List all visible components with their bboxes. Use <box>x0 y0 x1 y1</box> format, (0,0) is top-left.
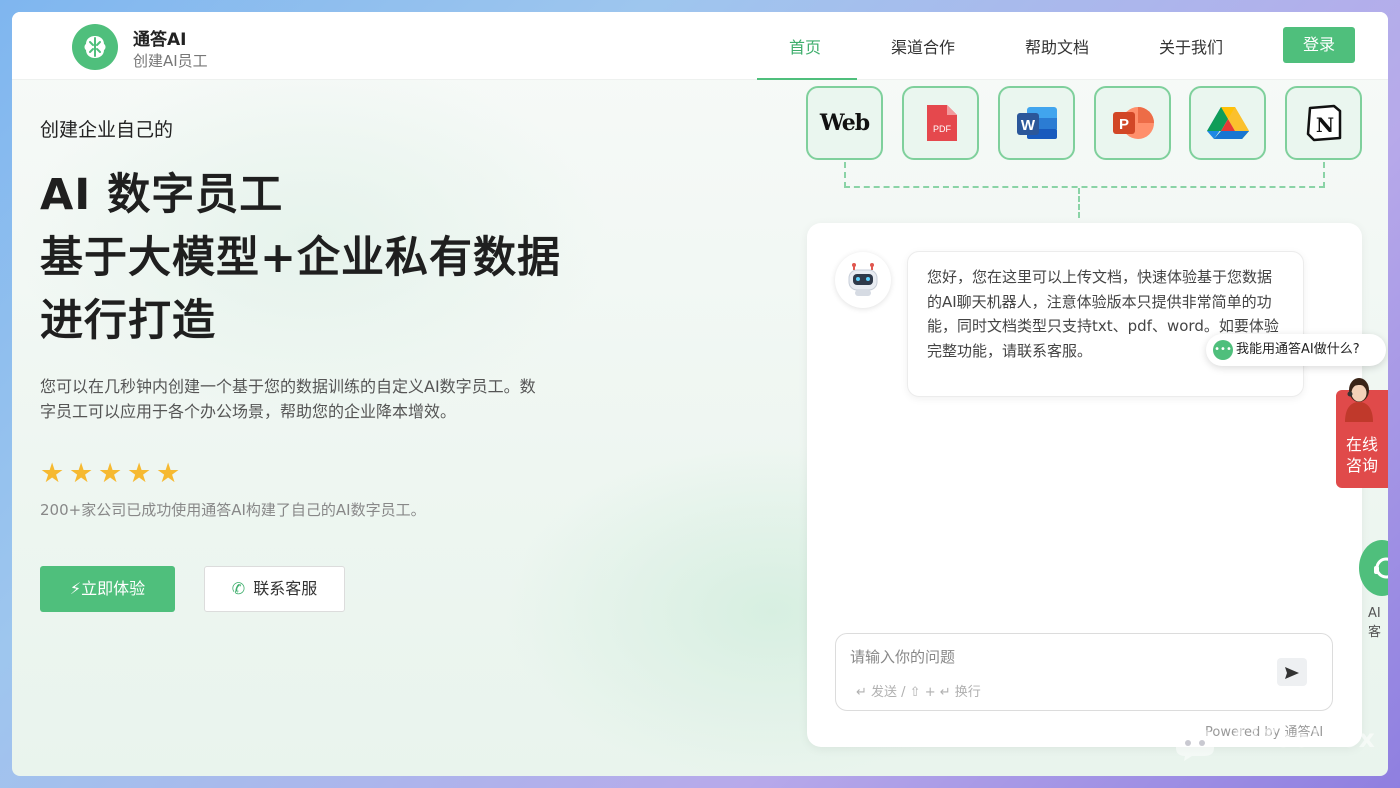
word-icon-text: W <box>1020 117 1035 134</box>
source-pdf[interactable]: PDF <box>902 86 979 160</box>
phone-icon: ✆ <box>231 579 246 598</box>
brand-logo-icon[interactable] <box>72 24 118 70</box>
star-icon: ★ <box>98 458 123 489</box>
contact-support-button[interactable]: ✆ 联系客服 <box>204 566 345 612</box>
notion-icon-text: N <box>1315 113 1333 137</box>
powerpoint-icon: P <box>1096 88 1169 158</box>
active-nav-indicator <box>757 78 857 80</box>
send-button[interactable] <box>1277 658 1307 686</box>
hero-headline-line-3: 进行打造 <box>40 296 216 346</box>
online-consult-line-1: 在线 <box>1345 435 1378 454</box>
source-notion[interactable]: N <box>1285 86 1362 160</box>
google-drive-icon <box>1191 88 1264 158</box>
brand-tagline: 创建AI员工 <box>133 52 208 70</box>
chat-input-field[interactable]: 请输入你的问题 ↵ 发送 / ⇧ + ↵ 换行 <box>835 633 1333 711</box>
chat-input-placeholder: 请输入你的问题 <box>850 648 956 666</box>
support-agent-avatar <box>1337 372 1381 422</box>
star-icon: ★ <box>69 458 94 489</box>
bot-greeting-message: 您好，您在这里可以上传文档，快速体验基于您数据的AI聊天机器人，注意体验版本只提… <box>907 251 1304 397</box>
source-word[interactable]: W <box>998 86 1075 160</box>
social-proof-text: 200+家公司已成功使用通答AI构建了自己的AI数字员工。 <box>40 501 426 519</box>
hero-description: 您可以在几秒钟内创建一个基于您的数据训练的自定义AI数字员工。数字员工可以应用于… <box>40 377 536 421</box>
powerpoint-icon-text: P <box>1118 116 1128 133</box>
source-web[interactable]: Web <box>806 86 883 160</box>
headset-icon <box>1374 557 1388 579</box>
nav-item-about-us[interactable]: 关于我们 <box>1159 34 1223 78</box>
nav-item-home[interactable]: 首页 <box>789 34 821 78</box>
watermark-text: AiToolBox <box>1230 724 1376 753</box>
chat-bubble-icon: ••• <box>1213 340 1233 360</box>
brand-name: 通答AI <box>133 30 187 50</box>
send-icon <box>1285 666 1299 679</box>
nav-item-channel-partners[interactable]: 渠道合作 <box>891 34 955 78</box>
source-connector <box>844 162 1325 188</box>
source-powerpoint[interactable]: P <box>1094 86 1171 160</box>
watermark-logo-icon <box>1176 730 1214 761</box>
robot-avatar-icon <box>835 252 891 308</box>
star-icon: ★ <box>127 458 152 489</box>
star-icon: ★ <box>156 458 181 489</box>
ai-service-label: AI客 <box>1368 606 1382 640</box>
login-button[interactable]: 登录 <box>1283 27 1355 63</box>
feature-tip-bubble[interactable]: ••• 我能用通答AI做什么? <box>1206 334 1386 366</box>
pdf-icon: PDF <box>904 88 977 158</box>
source-google-drive[interactable] <box>1189 86 1266 160</box>
top-navigation-bar: 通答AI 创建AI员工 首页 渠道合作 帮助文档 关于我们 登录 <box>12 12 1388 80</box>
contact-support-label: 联系客服 <box>253 579 318 598</box>
source-connector-stem <box>1078 188 1080 218</box>
word-icon: W <box>1000 88 1073 158</box>
rating-stars: ★ ★ ★ ★ ★ <box>40 458 185 489</box>
chat-demo-panel: 您好，您在这里可以上传文档，快速体验基于您数据的AI聊天机器人，注意体验版本只提… <box>807 223 1362 747</box>
pdf-icon-text: PDF <box>933 124 952 134</box>
nav-item-help-docs[interactable]: 帮助文档 <box>1025 34 1089 78</box>
feature-tip-text: 我能用通答AI做什么? <box>1236 342 1360 357</box>
hero-kicker: 创建企业自己的 <box>40 119 174 141</box>
chat-input-hint: ↵ 发送 / ⇧ + ↵ 换行 <box>856 685 981 700</box>
ai-service-button[interactable] <box>1359 540 1388 596</box>
notion-icon: N <box>1287 88 1360 158</box>
app-frame: 通答AI 创建AI员工 首页 渠道合作 帮助文档 关于我们 登录 创建企业自己的… <box>12 12 1388 776</box>
star-icon: ★ <box>40 458 65 489</box>
hero-headline-line-1: AI 数字员工 <box>40 170 284 220</box>
online-consult-line-2: 咨询 <box>1345 456 1378 475</box>
hero-headline-line-2: 基于大模型+企业私有数据 <box>40 233 562 283</box>
web-icon: Web <box>819 110 870 136</box>
try-now-button[interactable]: ⚡立即体验 <box>40 566 175 612</box>
